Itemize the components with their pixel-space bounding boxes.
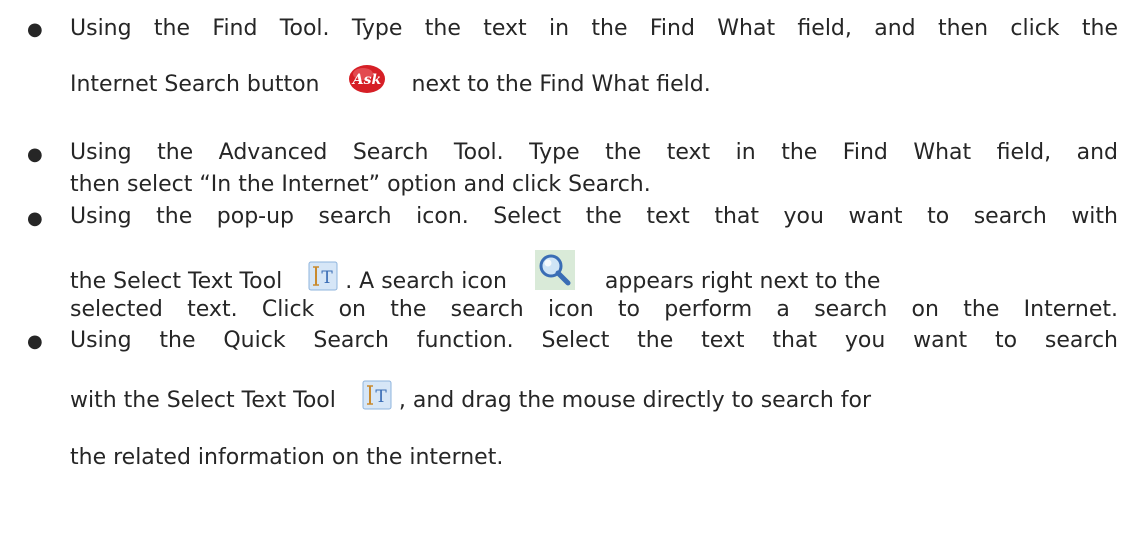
bullet-3-text-c: appears right next to the — [604, 269, 881, 294]
bullet-1-line-1: Using the Find Tool. Type the text in th… — [70, 16, 1118, 41]
select-text-tool-icon: T — [308, 261, 338, 291]
bullet-3-text-b: . A search icon — [345, 269, 507, 294]
bullet-3-line-1: Using the pop-up search icon. Select the… — [70, 204, 1118, 229]
ask-search-icon: Ask — [348, 64, 386, 94]
bullet-4-line-2: with the Select Text Tool T , and drag t… — [70, 380, 1118, 416]
bullet-dot: ● — [27, 19, 43, 40]
magnifier-search-icon — [534, 250, 575, 290]
bullet-2-line-2: then select “In the Internet” option and… — [70, 172, 651, 197]
bullet-1-line-2: Internet Search button Ask next to the F… — [70, 65, 1118, 100]
bullet-4-text-b: , and drag the mouse directly to search … — [398, 388, 872, 413]
ask-icon-label: Ask — [350, 72, 381, 88]
select-text-tool-icon: T — [362, 380, 392, 410]
bullet-2-line-1: Using the Advanced Search Tool. Type the… — [70, 140, 1118, 165]
bullet-4-line-1: Using the Quick Search function. Select … — [70, 328, 1118, 353]
bullet-1-text-b: next to the Find What field. — [411, 72, 711, 97]
svg-text:T: T — [375, 387, 387, 407]
bullet-dot: ● — [27, 144, 43, 165]
bullet-3-line-3: selected text. Click on the search icon … — [70, 297, 1118, 322]
bullet-dot: ● — [27, 208, 43, 229]
bullet-3-text-a: the Select Text Tool — [70, 269, 283, 294]
bullet-dot: ● — [27, 331, 43, 352]
bullet-4-text-a: with the Select Text Tool — [70, 388, 336, 413]
svg-text:T: T — [322, 268, 334, 288]
bullet-4-line-3: the related information on the internet. — [70, 445, 504, 470]
bullet-1-text-a: Internet Search button — [70, 72, 320, 97]
